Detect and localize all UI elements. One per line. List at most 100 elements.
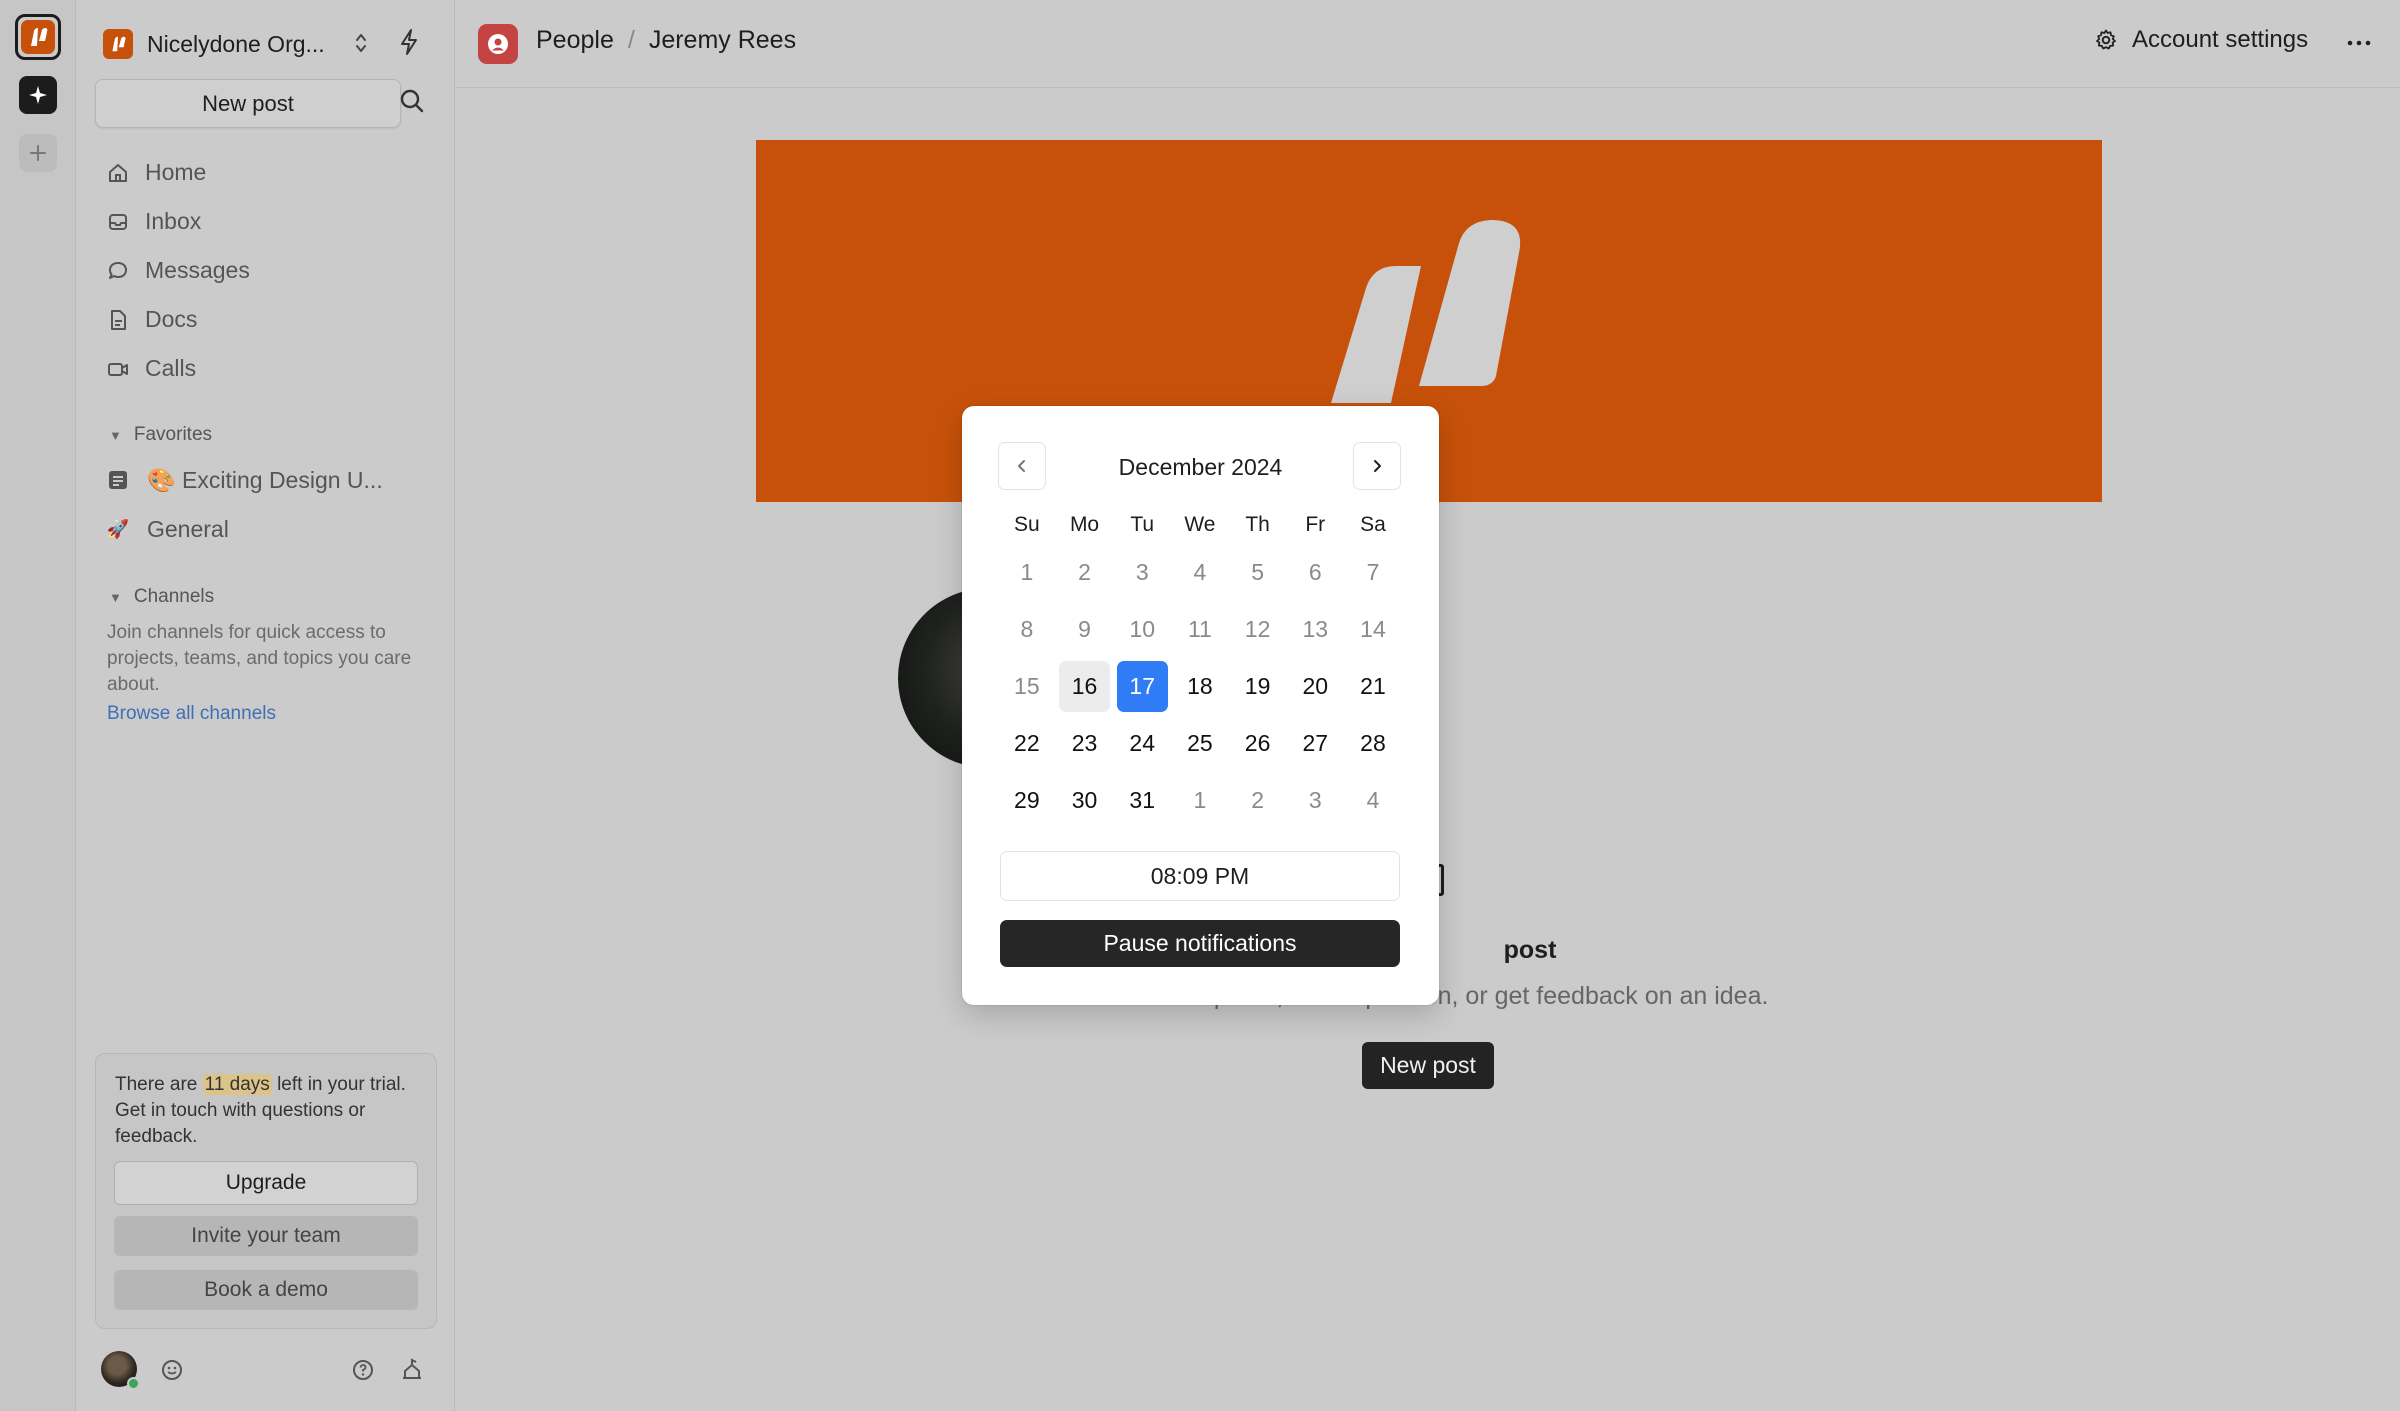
weekday-header-row: Su Mo Tu We Th Fr Sa xyxy=(998,506,1402,544)
calendar-grid: Su Mo Tu We Th Fr Sa 1 2 3 4 5 6 7 8 9 1… xyxy=(998,506,1402,829)
channels-description: Join channels for quick access to projec… xyxy=(107,622,412,695)
calendar-day-disabled: 11 xyxy=(1187,616,1212,642)
org-switch-button[interactable] xyxy=(15,14,61,60)
pause-notifications-button[interactable]: Pause notifications xyxy=(1000,920,1400,967)
nav-item-inbox[interactable]: Inbox xyxy=(107,197,250,246)
sidebar-footer xyxy=(77,1345,455,1395)
next-month-button[interactable] xyxy=(1353,442,1401,490)
channels-heading[interactable]: ▼ Channels xyxy=(109,586,214,608)
calendar-day[interactable]: 24 xyxy=(1113,715,1171,772)
sparkle-icon xyxy=(29,86,47,104)
weekday-label: Th xyxy=(1245,513,1270,536)
calendar-day[interactable]: 30 xyxy=(1056,772,1114,829)
account-settings-label: Account settings xyxy=(2132,26,2309,53)
nav-item-label: Inbox xyxy=(145,208,202,234)
chevron-updown-icon[interactable] xyxy=(353,30,369,56)
weekday-label: Fr xyxy=(1305,513,1326,536)
calendar-day[interactable]: 19 xyxy=(1229,658,1287,715)
favorites-heading-label: Favorites xyxy=(133,424,213,445)
date-picker-popover: December 2024 Su Mo Tu We Th Fr Sa 1 2 3… xyxy=(962,406,1439,1005)
messages-icon xyxy=(109,261,127,279)
nav-item-messages[interactable]: Messages xyxy=(107,246,250,295)
calendar-day-selected[interactable]: 17 xyxy=(1113,658,1171,715)
calendar-day[interactable]: 25 xyxy=(1171,715,1229,772)
new-post-button[interactable]: New post xyxy=(95,79,401,128)
favorites-heading[interactable]: ▼ Favorites xyxy=(109,424,212,446)
breadcrumb-people[interactable]: People xyxy=(536,26,614,55)
breadcrumb: People / Jeremy Rees xyxy=(536,26,796,55)
calendar-day[interactable]: 28 xyxy=(1344,715,1402,772)
more-options-icon[interactable] xyxy=(2346,30,2372,56)
calendar-day-next-month[interactable]: 1 xyxy=(1171,772,1229,829)
calendar-day-disabled: 14 xyxy=(1360,616,1386,642)
browse-channels-link[interactable]: Browse all channels xyxy=(107,703,276,725)
calendar-day[interactable]: 18 xyxy=(1171,658,1229,715)
account-settings-button[interactable]: Account settings xyxy=(2094,26,2308,54)
calendar-day-disabled: 9 xyxy=(1078,616,1091,642)
favorite-item-label: 🎨 Exciting Design U... xyxy=(147,466,383,493)
calendar-day-disabled: 1 xyxy=(1020,559,1034,585)
inbox-icon xyxy=(109,213,127,230)
calendar-day-disabled: 12 xyxy=(1244,616,1271,642)
calendar-day[interactable]: 29 xyxy=(998,772,1056,829)
nav-item-label: Home xyxy=(145,159,207,185)
calendar-day[interactable]: 26 xyxy=(1229,715,1287,772)
nav-item-calls[interactable]: Calls xyxy=(107,344,250,393)
org-name: Nicelydone Org... xyxy=(147,30,325,57)
nav-item-label: Messages xyxy=(145,257,250,283)
upgrade-button[interactable]: Upgrade xyxy=(114,1161,418,1205)
emoji-status-icon[interactable] xyxy=(160,1358,184,1382)
nav-item-docs[interactable]: Docs xyxy=(107,295,250,344)
calendar-day-disabled: 4 xyxy=(1193,559,1207,585)
favorite-item-design[interactable]: 🎨 Exciting Design U... xyxy=(107,458,383,502)
weekday-label: Mo xyxy=(1069,513,1100,536)
calendar-day[interactable]: 20 xyxy=(1286,658,1344,715)
weekday-label: Tu xyxy=(1130,513,1155,536)
calendar-day-next-month[interactable]: 3 xyxy=(1286,772,1344,829)
ai-assistant-button[interactable] xyxy=(19,76,57,114)
weekday-label: We xyxy=(1184,513,1216,536)
sidebar: Nicelydone Org... New post Home Inbox Me… xyxy=(77,0,455,1411)
favorite-item-general[interactable]: 🚀 General xyxy=(107,507,229,551)
nav-item-home[interactable]: Home xyxy=(107,148,250,197)
help-icon[interactable] xyxy=(351,1358,375,1382)
calendar-day-next-month[interactable]: 4 xyxy=(1344,772,1402,829)
calendar-day-disabled: 5 xyxy=(1251,559,1264,585)
org-switcher[interactable]: Nicelydone Org... xyxy=(103,26,325,62)
calendar-week-row: 15 16 17 18 19 20 21 xyxy=(998,658,1402,715)
calendar-day[interactable]: 31 xyxy=(1113,772,1171,829)
org-logo-icon xyxy=(103,29,133,59)
calendar-day[interactable]: 22 xyxy=(998,715,1056,772)
calendar-day-disabled: 13 xyxy=(1302,616,1329,642)
org-logo-icon xyxy=(21,20,55,54)
calendar-day[interactable]: 23 xyxy=(1056,715,1114,772)
trial-message: There are 11 days left in your trial. Ge… xyxy=(115,1072,417,1150)
chevron-right-icon xyxy=(1374,460,1381,472)
main-nav: Home Inbox Messages Docs Calls xyxy=(107,148,250,393)
empty-state-title-text: post xyxy=(1503,936,1557,964)
nav-item-label: Docs xyxy=(145,306,198,332)
weekday-label: Su xyxy=(1014,513,1040,536)
invite-team-button[interactable]: Invite your team xyxy=(114,1216,418,1256)
trial-text-before: There are xyxy=(115,1074,203,1095)
calendar-day-today[interactable]: 16 xyxy=(1056,658,1114,715)
caret-down-icon: ▼ xyxy=(109,589,122,605)
calendar-day[interactable]: 21 xyxy=(1344,658,1402,715)
new-post-button[interactable]: New post xyxy=(1362,1042,1494,1089)
time-input[interactable]: 08:09 PM xyxy=(1000,851,1400,901)
whats-new-icon[interactable] xyxy=(400,1357,424,1383)
search-icon[interactable] xyxy=(399,88,425,114)
lightning-icon[interactable] xyxy=(399,28,419,56)
breadcrumb-current: Jeremy Rees xyxy=(648,26,797,54)
add-workspace-button[interactable] xyxy=(19,134,57,172)
calendar-day[interactable]: 27 xyxy=(1286,715,1344,772)
calendar-week-row: 1 2 3 4 5 6 7 xyxy=(998,544,1402,601)
calendar-week-row: 22 23 24 25 26 27 28 xyxy=(998,715,1402,772)
video-call-icon xyxy=(108,362,128,376)
calendar-day-disabled: 15 xyxy=(1014,673,1040,699)
calendar-day-next-month[interactable]: 2 xyxy=(1229,772,1287,829)
calendar-week-row: 8 9 10 11 12 13 14 xyxy=(998,601,1402,658)
trial-days-highlight: 11 days xyxy=(202,1074,272,1095)
calendar-day-disabled: 10 xyxy=(1129,616,1156,642)
book-demo-button[interactable]: Book a demo xyxy=(114,1270,418,1310)
